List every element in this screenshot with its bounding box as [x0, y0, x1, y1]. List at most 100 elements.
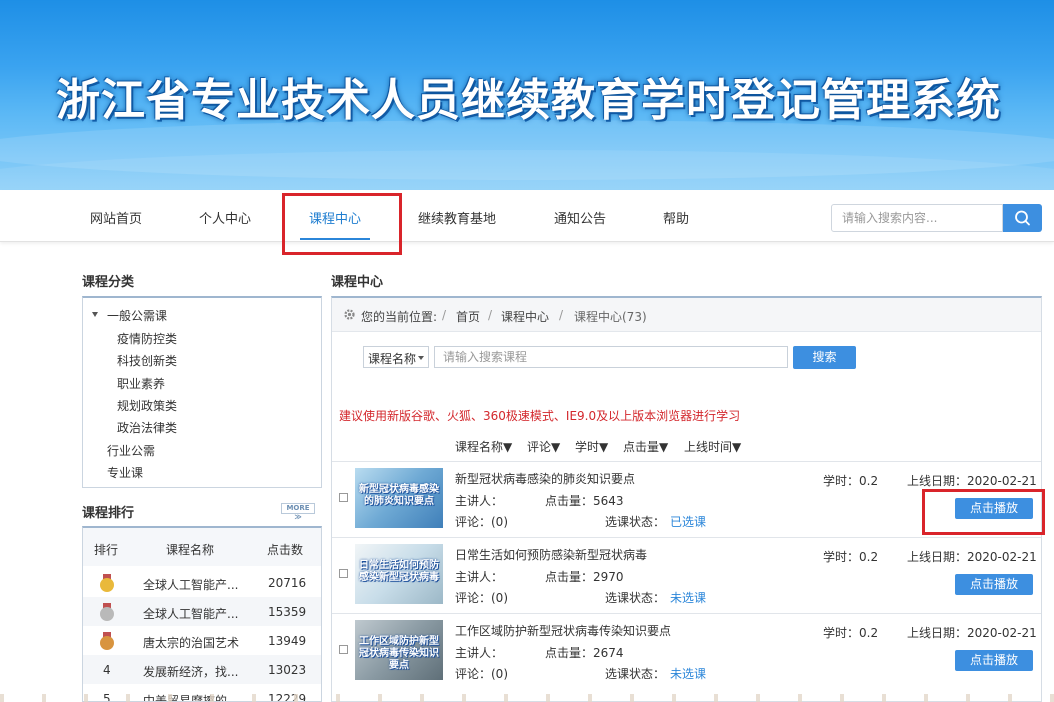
course-lecturer: 主讲人：	[455, 646, 504, 660]
breadcrumb: 您的当前位置: / 首页 / 课程中心 / 课程中心(73)	[332, 298, 1041, 332]
ranking-clicks: 20716	[268, 576, 307, 590]
table-row: 全球人工智能产... 15359	[83, 597, 321, 626]
course-thumbnail-text: 工作区域防护新型冠状病毒传染知识要点	[359, 636, 439, 671]
course-comments: 评论：(0)	[455, 515, 508, 529]
sort-by-clicks[interactable]: 点击量▼	[623, 438, 668, 455]
course-online-date: 上线日期：2020-02-21	[907, 474, 1037, 488]
site-search-input[interactable]	[831, 204, 1003, 232]
silver-medal-icon	[100, 603, 114, 621]
category-item[interactable]: 行业公需	[107, 442, 155, 459]
course-thumbnail[interactable]: 工作区域防护新型冠状病毒传染知识要点	[355, 620, 443, 680]
course-hours: 学时：0.2	[823, 474, 879, 488]
nav-announcements[interactable]: 通知公告	[554, 208, 606, 227]
category-item[interactable]: 疫情防控类	[117, 330, 177, 347]
course-checkbox[interactable]	[339, 645, 348, 654]
ranking-rank: 4	[103, 663, 111, 677]
table-row: 4 发展新经济，找... 13023	[83, 655, 321, 684]
course-status-label: 选课状态：	[605, 667, 666, 681]
gold-medal-icon	[100, 574, 114, 592]
ranking-header-rank: 排行	[94, 543, 119, 557]
breadcrumb-prefix: 您的当前位置:	[361, 310, 438, 324]
search-field-select[interactable]: 课程名称	[363, 346, 429, 368]
table-row: 全球人工智能产... 20716	[83, 568, 321, 597]
breadcrumb-separator: /	[442, 308, 447, 322]
course-hours: 学时：0.2	[823, 550, 879, 564]
expand-triangle-icon[interactable]	[92, 312, 98, 317]
course-status[interactable]: 未选课	[670, 665, 706, 682]
sort-by-name[interactable]: 课程名称▼	[455, 438, 512, 455]
category-group[interactable]: 一般公需课	[107, 307, 167, 324]
course-title[interactable]: 工作区域防护新型冠状病毒传染知识要点	[455, 622, 671, 639]
course-lecturer: 主讲人：	[455, 494, 504, 508]
breadcrumb-home[interactable]: 首页	[456, 308, 480, 325]
ranking-clicks: 13023	[268, 663, 307, 677]
nav-help[interactable]: 帮助	[663, 208, 689, 227]
play-button[interactable]: 点击播放	[955, 650, 1033, 671]
ranking-table: 排行 课程名称 点击数 全球人工智能产... 20716 全球人工智能产... 153…	[82, 526, 322, 702]
course-status-label: 选课状态：	[605, 515, 666, 529]
search-field-selected: 课程名称	[368, 352, 417, 366]
course-thumbnail-text: 日常生活如何预防感染新型冠状病毒	[359, 560, 439, 583]
course-title[interactable]: 新型冠状病毒感染的肺炎知识要点	[455, 470, 635, 487]
ranking-course-name[interactable]: 发展新经济，找...	[143, 663, 253, 680]
category-item[interactable]: 政治法律类	[117, 419, 177, 436]
course-checkbox[interactable]	[339, 569, 348, 578]
header-banner: 浙江省专业技术人员继续教育学时登记管理系统	[0, 0, 1054, 190]
category-item[interactable]: 职业素养	[117, 375, 165, 392]
ranking-header-row: 排行 课程名称 点击数	[83, 528, 321, 566]
course-thumbnail-text: 新型冠状病毒感染的肺炎知识要点	[359, 484, 439, 507]
highlight-box-nav	[282, 193, 402, 255]
nav-home[interactable]: 网站首页	[90, 208, 142, 227]
chevron-down-icon	[418, 356, 424, 360]
gear-icon	[344, 309, 355, 320]
ranking-header-clicks: 点击数	[267, 543, 304, 557]
category-item[interactable]: 科技创新类	[117, 352, 177, 369]
sort-by-comments[interactable]: 评论▼	[527, 438, 560, 455]
course-status[interactable]: 未选课	[670, 589, 706, 606]
course-comments: 评论：(0)	[455, 591, 508, 605]
sort-by-online-date[interactable]: 上线时间▼	[684, 438, 741, 455]
course-clicks: 点击量：2970	[545, 570, 624, 584]
nav-education-base[interactable]: 继续教育基地	[418, 208, 496, 227]
course-search-input[interactable]	[434, 346, 788, 368]
ranking-course-name[interactable]: 全球人工智能产...	[143, 576, 253, 593]
sort-by-hours[interactable]: 学时▼	[575, 438, 608, 455]
bronze-medal-icon	[100, 632, 114, 650]
course-thumbnail[interactable]: 新型冠状病毒感染的肺炎知识要点	[355, 468, 443, 528]
category-item[interactable]: 专业课	[107, 464, 143, 481]
ranking-header-name: 课程名称	[166, 543, 215, 557]
ranking-clicks: 13949	[268, 634, 307, 648]
course-status-label: 选课状态：	[605, 591, 666, 605]
page-bottom-decoration	[0, 694, 1054, 702]
course-checkbox[interactable]	[339, 493, 348, 502]
breadcrumb-current: 课程中心(73)	[574, 310, 647, 324]
ranking-course-name[interactable]: 唐太宗的治国艺术	[143, 634, 253, 651]
course-online-date: 上线日期：2020-02-21	[907, 626, 1037, 640]
site-search-button[interactable]	[1003, 204, 1042, 232]
more-link[interactable]: MORE ≫	[281, 503, 315, 521]
breadcrumb-separator: /	[559, 308, 564, 322]
category-item[interactable]: 规划政策类	[117, 397, 177, 414]
play-button[interactable]: 点击播放	[955, 574, 1033, 595]
course-clicks: 点击量：5643	[545, 494, 624, 508]
course-center-title: 课程中心	[331, 275, 384, 290]
course-search-button[interactable]: 搜索	[793, 346, 856, 369]
course-clicks: 点击量：2674	[545, 646, 624, 660]
site-title: 浙江省专业技术人员继续教育学时登记管理系统	[56, 75, 1001, 126]
breadcrumb-separator: /	[488, 308, 493, 322]
course-row: 工作区域防护新型冠状病毒传染知识要点 工作区域防护新型冠状病毒传染知识要点 主讲人：…	[332, 613, 1041, 689]
breadcrumb-course-center[interactable]: 课程中心	[501, 308, 549, 325]
course-row: 日常生活如何预防感染新型冠状病毒 日常生活如何预防感染新型冠状病毒 主讲人： 点击量：…	[332, 537, 1041, 613]
course-comments: 评论：(0)	[455, 667, 508, 681]
course-lecturer: 主讲人：	[455, 570, 504, 584]
course-thumbnail[interactable]: 日常生活如何预防感染新型冠状病毒	[355, 544, 443, 604]
course-status[interactable]: 已选课	[670, 513, 706, 530]
ranking-course-name[interactable]: 全球人工智能产...	[143, 605, 253, 622]
course-title[interactable]: 日常生活如何预防感染新型冠状病毒	[455, 546, 647, 563]
course-online-date: 上线日期：2020-02-21	[907, 550, 1037, 564]
ranking-title: 课程排行	[82, 506, 135, 521]
highlight-box-play	[922, 489, 1045, 535]
browser-notice: 建议使用新版谷歌、火狐、360极速模式、IE9.0及以上版本浏览器进行学习	[339, 409, 741, 423]
nav-personal-center[interactable]: 个人中心	[199, 208, 251, 227]
ranking-clicks: 15359	[268, 605, 307, 619]
